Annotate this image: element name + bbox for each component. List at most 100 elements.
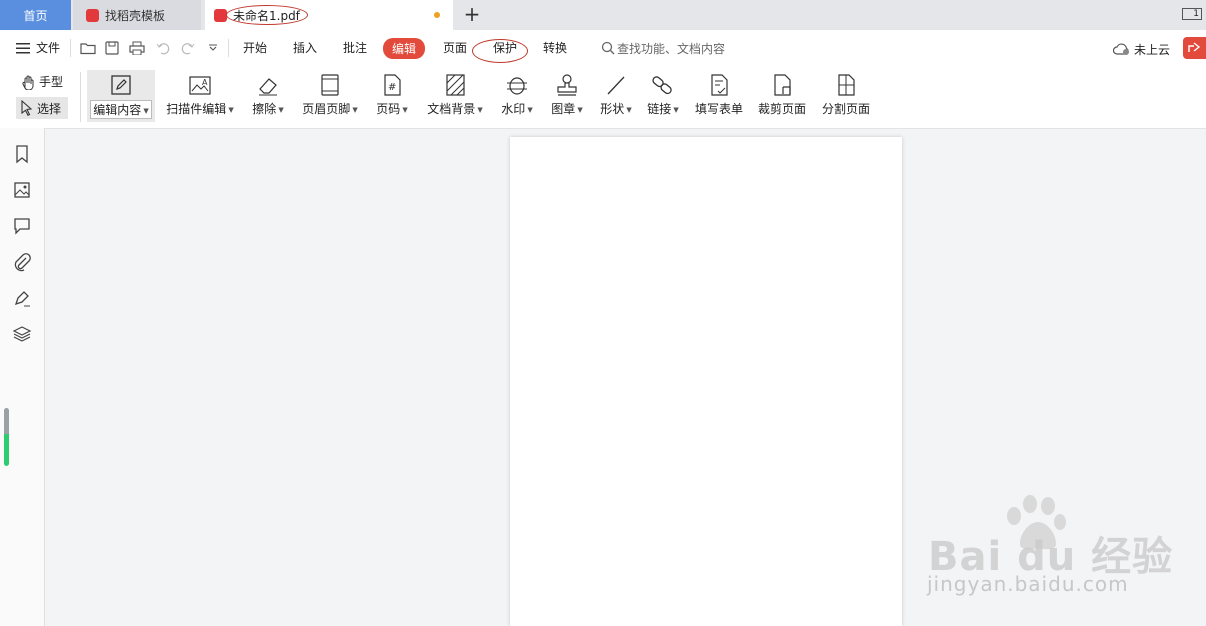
crop-page-label: 裁剪页面 bbox=[757, 102, 806, 116]
crop-page-icon bbox=[774, 74, 791, 96]
comment-icon[interactable] bbox=[12, 216, 32, 236]
hand-icon bbox=[22, 75, 34, 90]
svg-text:A: A bbox=[202, 78, 208, 87]
undo-icon[interactable] bbox=[156, 41, 170, 55]
split-page-label: 分割页面 bbox=[821, 102, 870, 116]
fill-form-label: 填写表单 bbox=[694, 102, 743, 116]
split-page-icon bbox=[838, 74, 855, 96]
scroll-indicator[interactable] bbox=[4, 408, 9, 466]
cursor-arrow-icon bbox=[21, 100, 33, 116]
page-number-label: 页码 bbox=[376, 102, 401, 116]
caret-down-icon: ▼ bbox=[626, 105, 632, 114]
file-menu[interactable]: 文件 bbox=[36, 39, 60, 56]
doc-background-tool[interactable]: 文档背景 ▼ bbox=[424, 72, 486, 117]
link-label: 链接 bbox=[647, 102, 672, 116]
erase-label: 擦除 bbox=[252, 102, 277, 116]
watermark-label: 水印 bbox=[501, 102, 526, 116]
stamp-icon bbox=[557, 74, 577, 96]
header-footer-icon bbox=[321, 74, 339, 96]
cloud-status[interactable]: 未上云 bbox=[1134, 41, 1170, 58]
eraser-icon bbox=[259, 78, 277, 96]
caret-down-icon: ▼ bbox=[352, 105, 358, 114]
tab-template-label: 找稻壳模板 bbox=[105, 8, 166, 23]
header-footer-label: 页眉页脚 bbox=[302, 102, 351, 116]
select-tool-label: 选择 bbox=[37, 101, 62, 116]
share-button[interactable] bbox=[1183, 37, 1206, 59]
unsaved-indicator bbox=[434, 12, 440, 18]
caret-down-icon: ▼ bbox=[143, 106, 149, 115]
fill-form-icon bbox=[711, 74, 728, 96]
link-icon bbox=[652, 76, 672, 95]
scan-edit-icon: A bbox=[189, 76, 211, 95]
thumbnail-image-icon[interactable] bbox=[12, 180, 32, 200]
redo-icon[interactable] bbox=[181, 41, 195, 55]
pdf-page[interactable] bbox=[510, 137, 902, 626]
watermark-tool[interactable]: 水印 ▼ bbox=[497, 72, 537, 117]
caret-down-icon: ▼ bbox=[527, 105, 533, 114]
tab-template[interactable]: 找稻壳模板 bbox=[73, 0, 201, 30]
caret-down-icon: ▼ bbox=[673, 105, 679, 114]
menu-convert[interactable]: 转换 bbox=[543, 39, 567, 56]
search-input[interactable]: 查找功能、文档内容 bbox=[617, 40, 725, 57]
hamburger-menu-icon[interactable] bbox=[16, 42, 30, 54]
attachment-icon[interactable] bbox=[12, 252, 32, 272]
save-icon[interactable] bbox=[105, 41, 119, 55]
bookmark-icon[interactable] bbox=[12, 144, 32, 164]
open-folder-icon[interactable] bbox=[80, 41, 96, 55]
caret-down-icon: ▼ bbox=[228, 105, 234, 114]
menu-comment[interactable]: 批注 bbox=[343, 39, 367, 56]
link-tool[interactable]: 链接 ▼ bbox=[643, 72, 683, 117]
erase-tool[interactable]: 擦除 ▼ bbox=[248, 72, 288, 117]
share-icon bbox=[1188, 42, 1201, 52]
signature-pen-icon[interactable] bbox=[12, 288, 32, 308]
layers-icon[interactable] bbox=[12, 324, 32, 344]
page-number-tool[interactable]: # 页码 ▼ bbox=[372, 72, 412, 117]
left-sidebar bbox=[0, 128, 45, 626]
quick-access-dropdown-icon[interactable] bbox=[208, 44, 218, 52]
annotation-ellipse bbox=[226, 5, 308, 25]
hand-tool-label: 手型 bbox=[39, 75, 64, 89]
divider bbox=[228, 39, 229, 57]
scan-edit-tool[interactable]: A 扫描件编辑 ▼ bbox=[164, 72, 236, 117]
shape-label: 形状 bbox=[600, 102, 625, 116]
edit-content-label: 编辑内容 bbox=[93, 103, 142, 117]
tab-home[interactable]: 首页 bbox=[0, 0, 71, 30]
scan-edit-label: 扫描件编辑 bbox=[166, 102, 227, 116]
new-tab-button[interactable]: + bbox=[461, 4, 483, 26]
caret-down-icon: ▼ bbox=[577, 105, 583, 114]
tab-home-label: 首页 bbox=[23, 8, 48, 23]
menu-bar: 文件 开始 插入 批注 编辑 页面 保护 转换 查找功能、文档内容 未上云 bbox=[0, 30, 1206, 66]
page-number-icon: # bbox=[384, 74, 401, 96]
stamp-label: 图章 bbox=[551, 102, 576, 116]
docer-logo-icon bbox=[86, 8, 99, 22]
doc-background-label: 文档背景 bbox=[427, 102, 476, 116]
search-icon[interactable] bbox=[601, 41, 615, 55]
caret-down-icon: ▼ bbox=[278, 105, 284, 114]
menu-insert[interactable]: 插入 bbox=[293, 39, 317, 56]
watermark-url: jingyan.baidu.com bbox=[927, 572, 1129, 596]
window-count-indicator[interactable]: 1 bbox=[1182, 8, 1202, 20]
menu-edit[interactable]: 编辑 bbox=[383, 38, 426, 59]
menu-page[interactable]: 页面 bbox=[443, 39, 467, 56]
header-footer-tool[interactable]: 页眉页脚 ▼ bbox=[300, 72, 360, 117]
divider bbox=[70, 39, 71, 57]
menu-start[interactable]: 开始 bbox=[243, 39, 267, 56]
edit-content-tool[interactable]: 编辑内容 ▼ bbox=[87, 70, 155, 122]
watermark-icon bbox=[507, 77, 527, 95]
crop-page-tool[interactable]: 裁剪页面 bbox=[756, 72, 808, 117]
split-page-tool[interactable]: 分割页面 bbox=[820, 72, 872, 117]
select-tool[interactable]: 选择 bbox=[16, 97, 68, 119]
line-shape-icon bbox=[607, 76, 625, 95]
window-count-label: 1 bbox=[1193, 9, 1199, 19]
cloud-icon[interactable] bbox=[1113, 42, 1131, 56]
caret-down-icon: ▼ bbox=[402, 105, 408, 114]
tab-bar: 首页 找稻壳模板 未命名1.pdf + 1 bbox=[0, 0, 1206, 30]
fill-form-tool[interactable]: 填写表单 bbox=[693, 72, 745, 117]
stamp-tool[interactable]: 图章 ▼ bbox=[547, 72, 587, 117]
shape-tool[interactable]: 形状 ▼ bbox=[596, 72, 636, 117]
print-icon[interactable] bbox=[129, 41, 145, 55]
edit-content-icon bbox=[111, 75, 131, 95]
divider bbox=[80, 72, 81, 122]
ribbon-toolbar: 手型 选择 编辑内容 ▼ A 扫描件编辑 ▼ 擦除 ▼ 页眉页脚 ▼ # 页码 ▼ 文档背… bbox=[0, 66, 1206, 129]
hand-tool[interactable]: 手型 bbox=[20, 73, 63, 90]
